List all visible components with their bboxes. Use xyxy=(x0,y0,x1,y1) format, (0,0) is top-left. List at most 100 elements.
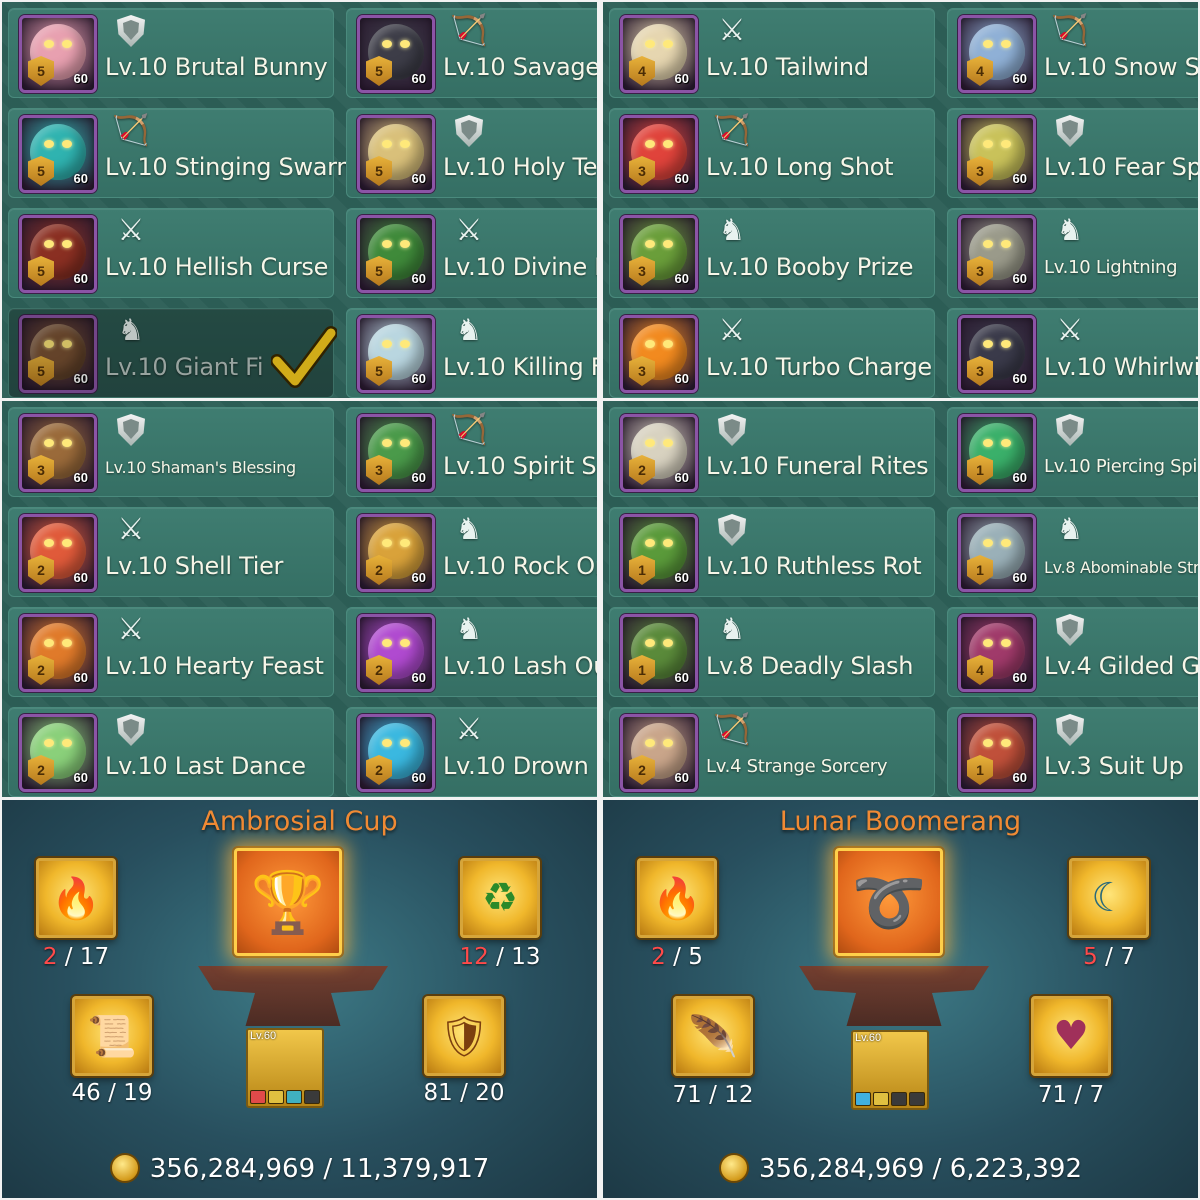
familiar-level: 60 xyxy=(674,570,689,585)
familiar-skill-tile[interactable]: 1 60 Lv.3 Suit Up xyxy=(947,707,1198,797)
familiar-skill-tile[interactable]: 5 60 ⚔ Lv.10 Hellish Curse xyxy=(8,208,334,298)
familiar-skill-tile[interactable]: 3 60 ♞ Lv.10 Lightning xyxy=(947,208,1198,298)
gauntlet-icon: 🛡 xyxy=(438,1013,490,1060)
familiar-skill-tile[interactable]: 2 60 Lv.10 Funeral Rites xyxy=(609,407,935,497)
familiar-skill-tile[interactable]: 3 60 🏹 Lv.10 Long Shot xyxy=(609,108,935,198)
skill-panel-3: 3 60 Lv.10 Shaman's Blessing 3 60 🏹 Lv.10 Spir… xyxy=(2,401,597,797)
familiar-skill-tile[interactable]: 4 60 ⚔ Lv.10 Tailwind xyxy=(609,8,935,98)
familiar-skill-tile[interactable]: 5 60 ⚔ Lv.10 Divine F xyxy=(346,208,597,298)
skill-name: Lv.10 Spirit Sac xyxy=(443,452,597,480)
familiar-eye xyxy=(400,340,410,348)
familiar-eye xyxy=(400,739,410,747)
shield-icon xyxy=(117,714,145,746)
bow-shield-icon: ⚔ xyxy=(117,512,145,547)
result-item[interactable]: Lv.60 xyxy=(246,1028,324,1108)
material-count: 12 / 13 xyxy=(459,944,541,970)
familiar-level: 60 xyxy=(1012,670,1027,685)
familiar-portrait: 5 60 xyxy=(19,315,97,393)
familiar-skill-tile[interactable]: 5 60 🏹 Lv.10 Stinging Swarm xyxy=(8,108,360,198)
craft-main-item[interactable]: ➰ xyxy=(835,848,943,956)
star-rank-badge: 1 xyxy=(967,755,993,785)
familiar-level: 60 xyxy=(1012,371,1027,386)
feather-icon: 🪶 xyxy=(688,1013,738,1060)
skill-name: Lv.10 Whirlwi xyxy=(1044,353,1198,381)
familiar-eye xyxy=(1001,739,1011,747)
star-rank-badge: 3 xyxy=(629,156,655,186)
familiar-eye xyxy=(44,340,54,348)
result-item[interactable]: Lv.60 xyxy=(851,1030,929,1110)
familiar-skill-tile[interactable]: 2 60 🏹 Lv.4 Strange Sorcery xyxy=(609,707,935,797)
craft-main-item[interactable]: 🏆 xyxy=(234,848,342,956)
familiar-eye xyxy=(983,739,993,747)
familiar-level: 60 xyxy=(411,570,426,585)
familiar-skill-tile[interactable]: 5 60 🏹 Lv.10 Savage B xyxy=(346,8,597,98)
familiar-portrait: 1 60 xyxy=(620,614,698,692)
familiar-skill-tile[interactable]: 3 60 ⚔ Lv.10 Whirlwi xyxy=(947,308,1198,398)
skill-panel-4: 2 60 Lv.10 Funeral Rites 1 60 Lv.10 Piercing … xyxy=(603,401,1198,797)
familiar-level: 60 xyxy=(73,371,88,386)
star-rank-badge: 5 xyxy=(28,356,54,386)
familiar-portrait: 4 60 xyxy=(620,15,698,93)
skill-name: Lv.10 Shell Tier xyxy=(105,552,284,580)
familiar-portrait: 3 60 xyxy=(620,215,698,293)
star-rank-badge: 5 xyxy=(366,156,392,186)
familiar-portrait: 2 60 xyxy=(19,514,97,592)
familiar-skill-tile[interactable]: 2 60 ⚔ Lv.10 Hearty Feast xyxy=(8,607,334,697)
familiar-portrait: 5 60 xyxy=(357,15,435,93)
familiar-eye xyxy=(663,439,673,447)
material-slot[interactable]: ☾ xyxy=(1069,858,1149,938)
familiar-skill-tile[interactable]: 5 60 ♞ Lv.10 Giant Fi xyxy=(8,308,337,398)
familiar-portrait: 1 60 xyxy=(958,714,1036,792)
familiar-level: 60 xyxy=(1012,71,1027,86)
familiar-skill-tile[interactable]: 3 60 🏹 Lv.10 Spirit Sac xyxy=(346,407,597,497)
gem-socket xyxy=(855,1092,871,1106)
material-slot[interactable]: 📜 xyxy=(72,996,152,1076)
familiar-skill-tile[interactable]: 1 60 ♞ Lv.8 Abominable Str xyxy=(947,507,1198,597)
knight-icon: ♞ xyxy=(1056,213,1084,248)
familiar-level: 60 xyxy=(73,670,88,685)
familiar-eye xyxy=(1001,340,1011,348)
familiar-skill-tile[interactable]: 5 60 Lv.10 Brutal Bunny xyxy=(8,8,334,98)
familiar-skill-tile[interactable]: 4 60 🏹 Lv.10 Snow S xyxy=(947,8,1198,98)
familiar-eye xyxy=(645,140,655,148)
familiar-eye xyxy=(382,439,392,447)
familiar-skill-tile[interactable]: 5 60 ♞ Lv.10 Killing F xyxy=(346,308,597,398)
familiar-skill-tile[interactable]: 4 60 Lv.4 Gilded Gua xyxy=(947,607,1198,697)
familiar-eye xyxy=(62,539,72,547)
material-slot[interactable]: ♥ xyxy=(1031,996,1111,1076)
familiar-skill-tile[interactable]: 2 60 ⚔ Lv.10 Drown xyxy=(346,707,597,797)
familiar-eye xyxy=(1001,140,1011,148)
familiar-skill-tile[interactable]: 1 60 Lv.10 Piercing Spi xyxy=(947,407,1198,497)
familiar-skill-tile[interactable]: 3 60 ⚔ Lv.10 Turbo Charge xyxy=(609,308,935,398)
star-rank-badge: 3 xyxy=(28,455,54,485)
anvil-decoration xyxy=(198,966,388,1026)
knight-icon: ♞ xyxy=(455,512,483,547)
familiar-level: 60 xyxy=(674,770,689,785)
familiar-skill-tile[interactable]: 2 60 ♞ Lv.10 Lash Ou xyxy=(346,607,597,697)
familiar-level: 60 xyxy=(73,271,88,286)
familiar-eye xyxy=(400,439,410,447)
star-rank-badge: 2 xyxy=(366,655,392,685)
material-slot[interactable]: 🛡 xyxy=(424,996,504,1076)
material-slot[interactable]: 🔥 xyxy=(637,858,717,938)
familiar-skill-tile[interactable]: 3 60 Lv.10 Fear Spi xyxy=(947,108,1198,198)
material-slot[interactable]: 🔥 xyxy=(36,858,116,938)
familiar-skill-tile[interactable]: 2 60 Lv.10 Last Dance xyxy=(8,707,334,797)
shield-icon xyxy=(1056,414,1084,446)
material-slot[interactable]: ♻ xyxy=(460,858,540,938)
bow-shield-icon: ⚔ xyxy=(718,313,746,348)
familiar-skill-tile[interactable]: 3 60 ♞ Lv.10 Booby Prize xyxy=(609,208,935,298)
gem-socket xyxy=(250,1090,266,1104)
familiar-level: 60 xyxy=(1012,770,1027,785)
familiar-skill-tile[interactable]: 3 60 Lv.10 Shaman's Blessing xyxy=(8,407,334,497)
familiar-skill-tile[interactable]: 1 60 ♞ Lv.8 Deadly Slash xyxy=(609,607,935,697)
familiar-skill-tile[interactable]: 2 60 ♞ Lv.10 Rock Or xyxy=(346,507,597,597)
familiar-skill-tile[interactable]: 2 60 ⚔ Lv.10 Shell Tier xyxy=(8,507,334,597)
material-slot[interactable]: 🪶 xyxy=(673,996,753,1076)
familiar-level: 60 xyxy=(674,371,689,386)
star-rank-badge: 5 xyxy=(366,356,392,386)
star-rank-badge: 5 xyxy=(366,256,392,286)
familiar-skill-tile[interactable]: 1 60 Lv.10 Ruthless Rot xyxy=(609,507,935,597)
familiar-skill-tile[interactable]: 5 60 Lv.10 Holy Te xyxy=(346,108,597,198)
familiar-portrait: 5 60 xyxy=(19,115,97,193)
